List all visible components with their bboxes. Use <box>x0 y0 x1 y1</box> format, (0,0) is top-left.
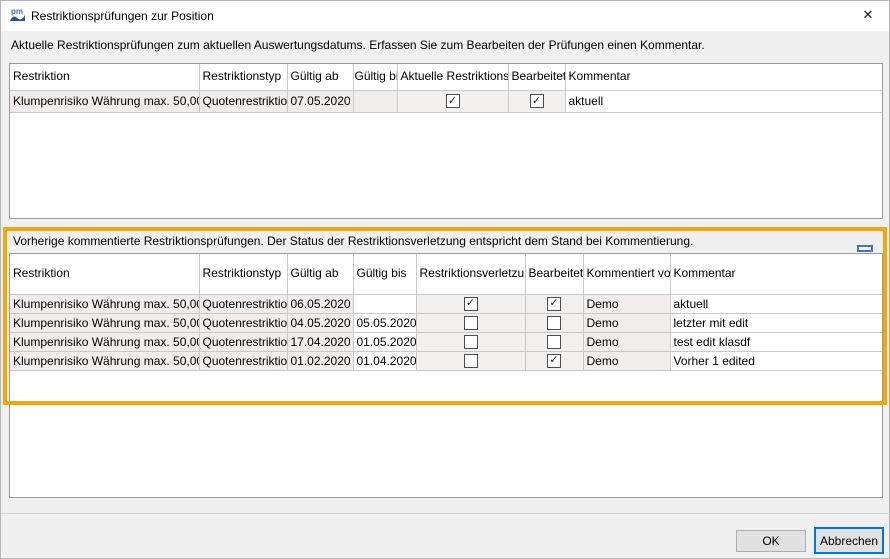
verletzung-checkbox[interactable] <box>446 94 460 108</box>
cell-restriktion: Klumpenrisiko Währung max. 50,00% <box>10 332 199 351</box>
col-kommentar[interactable]: Kommentar <box>670 254 882 294</box>
cell-restriktion: Klumpenrisiko Währung max. 50,00% <box>10 90 199 112</box>
cell-restriktion: Klumpenrisiko Währung max. 50,00% <box>10 294 199 313</box>
cell-verletzung <box>416 332 525 351</box>
previous-checks-table-panel: Restriktion Restriktionstyp Gültig ab Gü… <box>9 253 883 498</box>
current-checks-table-panel: Restriktion Restriktionstyp Gültig ab Gü… <box>9 63 883 219</box>
col-gueltig-ab[interactable]: Gültig ab <box>287 64 353 90</box>
cell-restriktionstyp: Quotenrestriktion <box>199 332 287 351</box>
table-header-row: Restriktion Restriktionstyp Gültig ab Gü… <box>10 64 882 90</box>
col-restriktion[interactable]: Restriktion <box>10 254 199 294</box>
cell-kommentiert-von: Demo <box>583 332 670 351</box>
cell-kommentiert-von: Demo <box>583 294 670 313</box>
cell-restriktionstyp: Quotenrestriktion <box>199 313 287 332</box>
cell-gueltig-bis <box>353 90 397 112</box>
cell-kommentiert-von: Demo <box>583 313 670 332</box>
col-restriktion[interactable]: Restriktion <box>10 64 199 90</box>
cell-bearbeitet <box>525 294 583 313</box>
col-aktuelle-restriktionsverletzung[interactable]: Aktuelle Restriktionsverletzung <box>397 64 508 90</box>
cell-gueltig-bis: 01.04.2020 <box>353 351 416 370</box>
cell-kommentiert-von: Demo <box>583 351 670 370</box>
verletzung-checkbox[interactable] <box>464 297 478 311</box>
cell-gueltig-bis <box>353 294 416 313</box>
col-bearbeitet[interactable]: Bearbeitet <box>508 64 565 90</box>
col-kommentiert-von[interactable]: Kommentiert von <box>583 254 670 294</box>
cell-kommentar[interactable]: test edit klasdf <box>670 332 882 351</box>
verletzung-checkbox[interactable] <box>464 316 478 330</box>
cell-bearbeitet <box>525 313 583 332</box>
cell-kommentar[interactable]: aktuell <box>670 294 882 313</box>
current-section-description: Aktuelle Restriktionsprüfungen zum aktue… <box>11 38 705 52</box>
table-row[interactable]: Klumpenrisiko Währung max. 50,00% Quoten… <box>10 90 882 112</box>
bearbeitet-checkbox[interactable] <box>547 297 561 311</box>
cell-kommentar[interactable]: aktuell <box>565 90 882 112</box>
pm-app-icon: pm <box>9 7 26 24</box>
cell-kommentar[interactable]: Vorher 1 edited <box>670 351 882 370</box>
col-gueltig-bis[interactable]: Gültig bis <box>353 254 416 294</box>
table-row[interactable]: Klumpenrisiko Währung max. 50,00% Quoten… <box>10 351 882 370</box>
table-header-row: Restriktion Restriktionstyp Gültig ab Gü… <box>10 254 882 294</box>
footer-divider <box>1 513 890 514</box>
cell-restriktion: Klumpenrisiko Währung max. 50,00% <box>10 313 199 332</box>
window-title: Restriktionsprüfungen zur Position <box>31 9 214 23</box>
previous-section-description: Vorherige kommentierte Restriktionsprüfu… <box>13 234 693 248</box>
cell-verletzung <box>416 351 525 370</box>
cell-gueltig-ab: 04.05.2020 <box>287 313 353 332</box>
cell-restriktionstyp: Quotenrestriktion <box>199 90 287 112</box>
cell-restriktionstyp: Quotenrestriktion <box>199 294 287 313</box>
cell-restriktionstyp: Quotenrestriktion <box>199 351 287 370</box>
verletzung-checkbox[interactable] <box>464 335 478 349</box>
table-row[interactable]: Klumpenrisiko Währung max. 50,00% Quoten… <box>10 313 882 332</box>
verletzung-checkbox[interactable] <box>464 354 478 368</box>
dialog-window: pm Restriktionsprüfungen zur Position ✕ … <box>0 0 890 559</box>
cell-gueltig-ab: 07.05.2020 <box>287 90 353 112</box>
col-restriktionstyp[interactable]: Restriktionstyp <box>199 64 287 90</box>
title-bar: pm Restriktionsprüfungen zur Position ✕ <box>1 1 889 31</box>
cancel-button[interactable]: Abbrechen <box>814 527 884 554</box>
bearbeitet-checkbox[interactable] <box>547 335 561 349</box>
cell-verletzung <box>416 313 525 332</box>
minus-collapse-icon[interactable] <box>857 245 873 252</box>
bearbeitet-checkbox[interactable] <box>547 354 561 368</box>
col-bearbeitet[interactable]: Bearbeitet <box>525 254 583 294</box>
table-row[interactable]: Klumpenrisiko Währung max. 50,00% Quoten… <box>10 294 882 313</box>
cell-verletzung <box>416 294 525 313</box>
table-row[interactable]: Klumpenrisiko Währung max. 50,00% Quoten… <box>10 332 882 351</box>
cell-restriktion: Klumpenrisiko Währung max. 50,00% <box>10 351 199 370</box>
cell-gueltig-bis: 05.05.2020 <box>353 313 416 332</box>
cell-kommentar[interactable]: letzter mit edit <box>670 313 882 332</box>
close-icon[interactable]: ✕ <box>857 5 879 25</box>
current-checks-table: Restriktion Restriktionstyp Gültig ab Gü… <box>10 64 882 113</box>
col-kommentar[interactable]: Kommentar <box>565 64 882 90</box>
previous-checks-table: Restriktion Restriktionstyp Gültig ab Gü… <box>10 254 882 371</box>
col-restriktionstyp[interactable]: Restriktionstyp <box>199 254 287 294</box>
cell-gueltig-ab: 01.02.2020 <box>287 351 353 370</box>
col-gueltig-ab[interactable]: Gültig ab <box>287 254 353 294</box>
cell-gueltig-ab: 17.04.2020 <box>287 332 353 351</box>
cell-bearbeitet <box>525 332 583 351</box>
col-gueltig-bis[interactable]: Gültig bis <box>353 64 397 90</box>
svg-text:pm: pm <box>11 7 23 16</box>
cell-bearbeitet <box>508 90 565 112</box>
cell-gueltig-bis: 01.05.2020 <box>353 332 416 351</box>
cell-verletzung <box>397 90 508 112</box>
cell-gueltig-ab: 06.05.2020 <box>287 294 353 313</box>
col-restriktionsverletzung-bei-kommentierung[interactable]: Restriktionsverletzung bei Kommentierung <box>416 254 525 294</box>
ok-button[interactable]: OK <box>736 530 806 552</box>
bearbeitet-checkbox[interactable] <box>530 94 544 108</box>
bearbeitet-checkbox[interactable] <box>547 316 561 330</box>
cell-bearbeitet <box>525 351 583 370</box>
